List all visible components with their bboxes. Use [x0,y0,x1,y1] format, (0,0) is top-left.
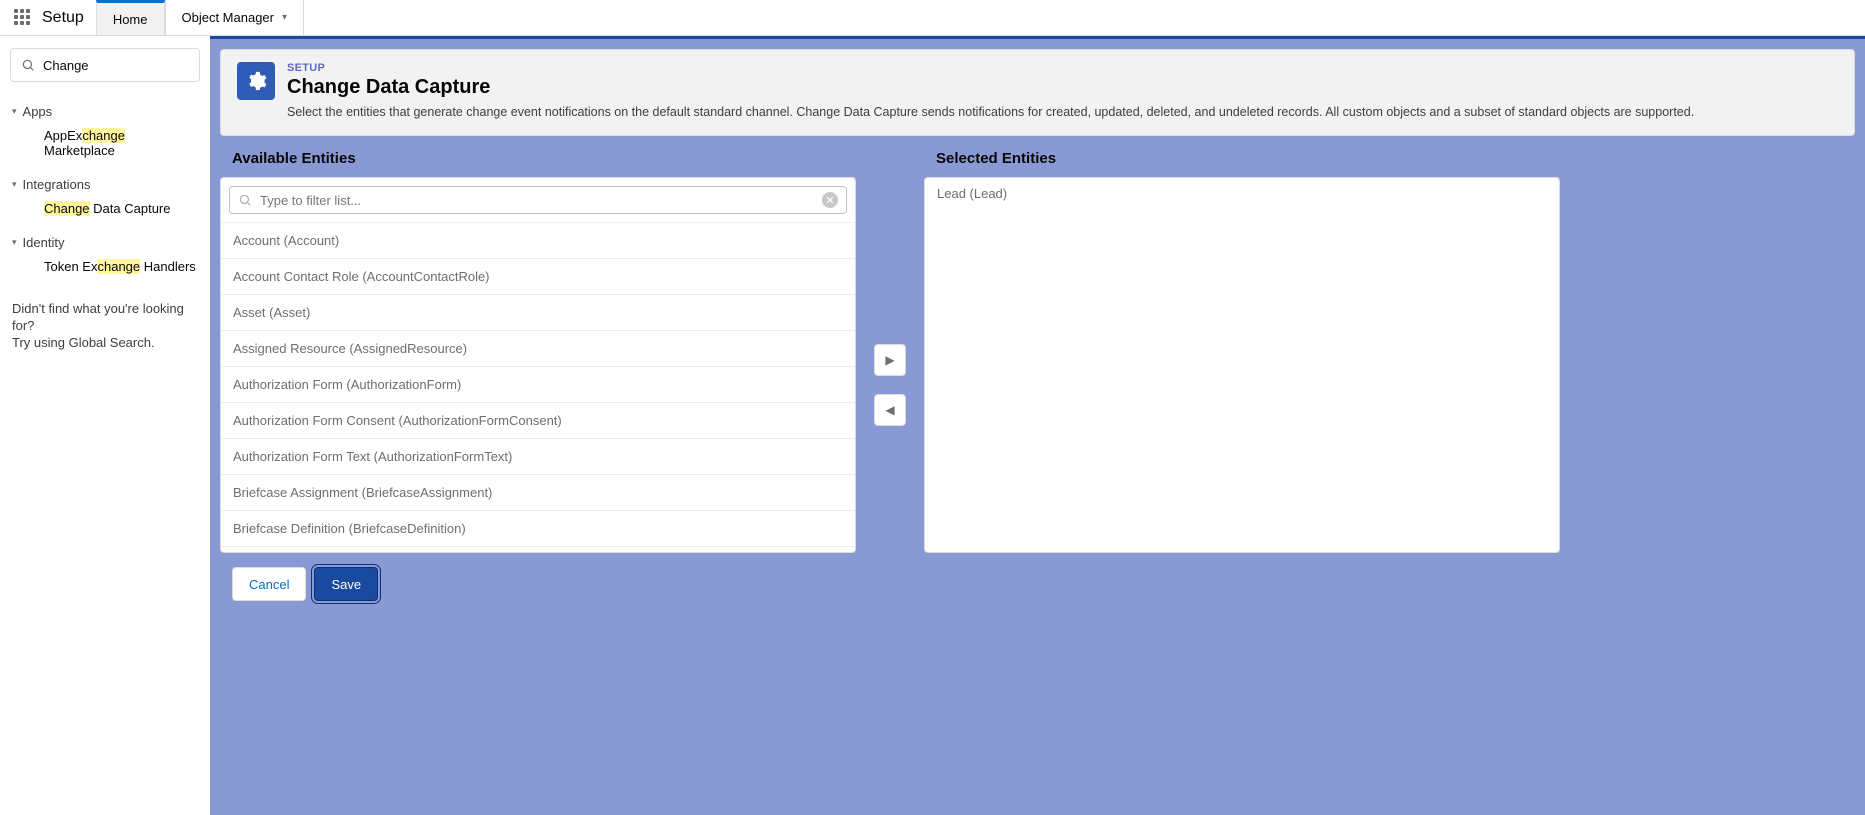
tree-item[interactable]: Token Exchange Handlers [10,254,200,279]
page-title: Change Data Capture [287,76,1694,99]
top-nav: Setup Home Object Manager ▾ [0,0,1865,36]
available-column: Available Entities ✕ Account (Account)Ac… [220,144,856,601]
not-found-hint: Didn't find what you're looking for? Try… [10,301,200,352]
entity-item[interactable]: Briefcase Definition (BriefcaseDefinitio… [221,511,855,547]
entity-item[interactable]: Asset (Asset) [221,295,855,331]
tab-label: Home [113,12,148,27]
tab-object-manager[interactable]: Object Manager ▾ [165,0,305,35]
quick-find[interactable] [10,48,200,82]
chevron-down-icon: ▾ [12,106,17,117]
entity-item[interactable]: Authorization Form (AuthorizationForm) [221,367,855,403]
tab-home[interactable]: Home [96,0,165,35]
chevron-left-icon: ◀ [885,403,894,417]
selected-column: Selected Entities Lead (Lead) [924,144,1560,553]
selected-title: Selected Entities [936,150,1560,167]
save-button[interactable]: Save [314,567,378,601]
clear-filter-icon[interactable]: ✕ [822,192,838,208]
selected-list[interactable]: Lead (Lead) [925,178,1559,538]
tab-label: Object Manager [182,10,275,25]
chevron-down-icon: ▾ [282,12,287,23]
page-eyebrow: SETUP [287,62,1694,74]
available-list[interactable]: Account (Account)Account Contact Role (A… [221,223,855,553]
page-header: SETUP Change Data Capture Select the ent… [220,49,1855,136]
app-title: Setup [42,9,84,27]
tree-section-header[interactable]: ▾Apps [10,100,200,123]
app-launcher-icon[interactable] [14,9,32,27]
page-description: Select the entities that generate change… [287,105,1694,119]
setup-sidebar: ▾AppsAppExchange Marketplace ▾Integration… [0,36,210,815]
available-title: Available Entities [232,150,856,167]
filter-input-wrap[interactable]: ✕ [229,186,847,214]
footer-buttons: Cancel Save [220,553,856,601]
chevron-right-icon: ▶ [885,353,894,367]
search-icon [21,58,35,72]
app-cell: Setup [0,0,96,35]
search-icon [238,193,252,207]
selected-listbox: Lead (Lead) [924,177,1560,553]
chevron-down-icon: ▾ [12,237,17,248]
setup-gear-icon [237,62,275,100]
chevron-down-icon: ▾ [12,179,17,190]
tree-section-header[interactable]: ▾Integrations [10,173,200,196]
entity-item[interactable]: Account Contact Role (AccountContactRole… [221,259,855,295]
quick-find-input[interactable] [43,58,189,73]
tree-item[interactable]: Change Data Capture [10,196,200,221]
available-listbox: ✕ Account (Account)Account Contact Role … [220,177,856,553]
entity-item[interactable]: Briefcase Assignment (BriefcaseAssignmen… [221,475,855,511]
tree-item[interactable]: AppExchange Marketplace [10,123,200,163]
main-panel: SETUP Change Data Capture Select the ent… [210,36,1865,815]
entity-item[interactable]: Assigned Resource (AssignedResource) [221,331,855,367]
entity-item[interactable]: Account (Account) [221,223,855,259]
entity-item[interactable]: Authorization Form Text (AuthorizationFo… [221,439,855,475]
move-buttons: ▶ ◀ [870,144,910,426]
entity-item[interactable]: Authorization Form Consent (Authorizatio… [221,403,855,439]
filter-input[interactable] [260,193,814,208]
entity-item[interactable]: Lead (Lead) [925,178,1559,209]
cancel-button[interactable]: Cancel [232,567,306,601]
dual-listbox: Available Entities ✕ Account (Account)Ac… [210,136,1865,601]
tree-section-header[interactable]: ▾Identity [10,231,200,254]
move-left-button[interactable]: ◀ [874,394,906,426]
move-right-button[interactable]: ▶ [874,344,906,376]
